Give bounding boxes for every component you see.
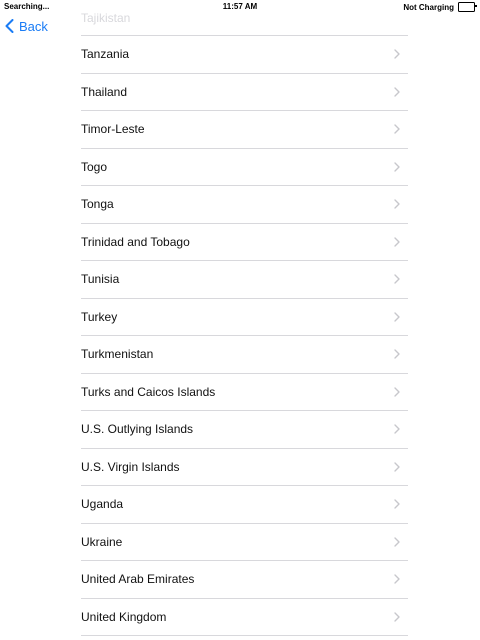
country-label: Tunisia — [81, 272, 120, 287]
chevron-right-icon — [394, 124, 400, 134]
country-label: Timor-Leste — [81, 122, 145, 137]
chevron-right-icon — [394, 387, 400, 397]
country-row[interactable]: Timor-Leste — [81, 111, 408, 149]
country-label: Turks and Caicos Islands — [81, 384, 216, 399]
country-row[interactable]: Turkmenistan — [81, 336, 408, 374]
country-label: Turkmenistan — [81, 347, 154, 362]
country-row[interactable]: Togo — [81, 149, 408, 186]
country-row[interactable]: U.S. Virgin Islands — [81, 449, 408, 486]
country-label: Uganda — [81, 497, 124, 512]
chevron-right-icon — [394, 162, 400, 172]
country-row[interactable]: Uganda — [81, 486, 408, 524]
country-row[interactable]: Tonga — [81, 186, 408, 224]
country-list: Tajikistan Tanzania Thailand Timor-Leste To… — [81, 0, 408, 636]
country-label: Tonga — [81, 197, 114, 212]
chevron-right-icon — [394, 462, 400, 472]
country-row[interactable]: United Arab Emirates — [81, 561, 408, 599]
chevron-right-icon — [394, 199, 400, 209]
battery-icon — [458, 2, 477, 12]
chevron-right-icon — [394, 574, 400, 584]
country-row[interactable]: United Kingdom — [81, 599, 408, 636]
country-row[interactable]: Thailand — [81, 74, 408, 111]
country-row[interactable]: Trinidad and Tobago — [81, 224, 408, 261]
country-row[interactable]: Tunisia — [81, 261, 408, 299]
charging-status-group: Not Charging — [403, 2, 477, 12]
chevron-left-icon — [5, 19, 14, 33]
chevron-right-icon — [394, 312, 400, 322]
country-label: United Kingdom — [81, 609, 167, 624]
country-label: Turkey — [81, 309, 118, 324]
country-label: U.S. Outlying Islands — [81, 422, 194, 437]
country-picker-screen: Searching... 11:57 AM Not Charging Back … — [0, 0, 480, 640]
country-label: United Arab Emirates — [81, 572, 195, 587]
battery-nub — [475, 5, 477, 7]
country-label: Ukraine — [81, 534, 123, 549]
charging-status: Not Charging — [403, 2, 454, 12]
country-label: Tanzania — [81, 47, 130, 62]
status-bar: Searching... 11:57 AM Not Charging — [0, 0, 480, 13]
country-label: Tajikistan — [81, 11, 131, 25]
chevron-right-icon — [394, 274, 400, 284]
chevron-right-icon — [394, 87, 400, 97]
chevron-right-icon — [394, 49, 400, 59]
back-button[interactable]: Back — [5, 17, 48, 35]
country-row[interactable]: Turks and Caicos Islands — [81, 374, 408, 411]
country-row[interactable]: Turkey — [81, 299, 408, 336]
chevron-right-icon — [394, 237, 400, 247]
country-label: Thailand — [81, 84, 128, 99]
country-label: Trinidad and Tobago — [81, 234, 190, 249]
country-label: U.S. Virgin Islands — [81, 459, 180, 474]
country-row[interactable]: Ukraine — [81, 524, 408, 561]
chevron-right-icon — [394, 499, 400, 509]
chevron-right-icon — [394, 612, 400, 622]
chevron-right-icon — [394, 537, 400, 547]
country-label: Togo — [81, 159, 108, 174]
country-row[interactable]: U.S. Outlying Islands — [81, 411, 408, 449]
back-label: Back — [19, 18, 48, 34]
country-row[interactable]: Tanzania — [81, 36, 408, 74]
chevron-right-icon — [394, 349, 400, 359]
chevron-right-icon — [394, 424, 400, 434]
